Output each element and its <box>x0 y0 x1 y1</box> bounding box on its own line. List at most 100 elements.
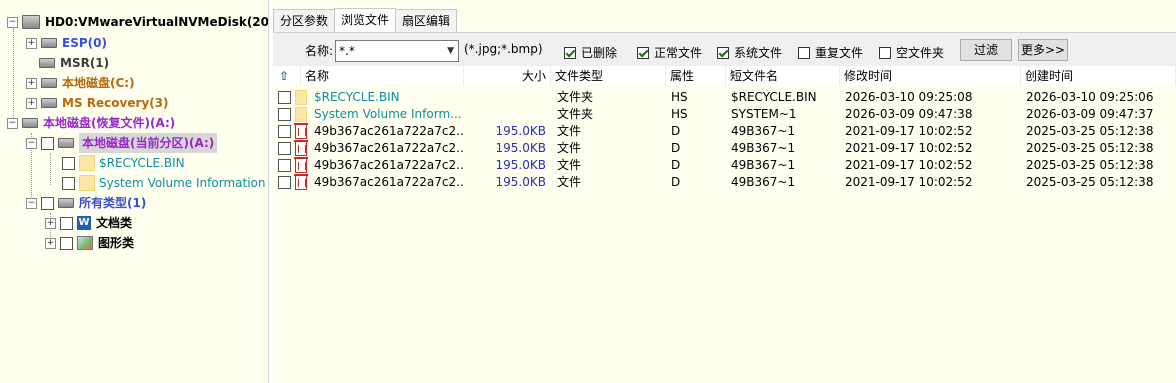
collapse-icon[interactable] <box>26 197 37 209</box>
expand-icon[interactable] <box>45 217 56 229</box>
column-header-created[interactable]: 创建时间 <box>1021 66 1176 86</box>
collapse-icon[interactable] <box>26 137 37 149</box>
expand-icon[interactable] <box>26 77 37 89</box>
tree-checkbox[interactable] <box>62 176 75 190</box>
partition-icon <box>41 38 57 48</box>
tree-checkbox[interactable] <box>60 216 73 230</box>
table-row[interactable]: System Volume Inform... 文件夹 HS SYSTEM~1 … <box>273 106 1176 123</box>
tab-browse-files[interactable]: 浏览文件 <box>334 8 397 32</box>
filter-button[interactable]: 过滤 <box>960 39 1012 61</box>
cell-size: 195.0KB <box>495 175 546 189</box>
hard-disk-icon <box>22 15 40 29</box>
expand-icon[interactable] <box>26 37 37 49</box>
table-row[interactable]: 49b367ac261a722a7c2... 195.0KB 文件 D 49B3… <box>273 174 1176 191</box>
tree-checkbox[interactable] <box>41 196 54 210</box>
cell-created: 2026-03-10 09:25:06 <box>1026 90 1154 104</box>
collapse-icon[interactable] <box>7 117 18 129</box>
cell-size: 195.0KB <box>495 141 546 155</box>
cell-modified: 2021-09-17 10:02:52 <box>845 141 973 155</box>
tree-label: 文档类 <box>96 216 133 230</box>
checkbox-box[interactable] <box>879 46 891 59</box>
row-checkbox[interactable] <box>278 108 291 121</box>
column-header-attr[interactable]: 属性 <box>666 66 726 86</box>
checkbox-system-files[interactable]: 系统文件 <box>717 44 782 61</box>
tree-item-msr[interactable]: MSR(1) <box>39 53 109 73</box>
checkbox-deleted[interactable]: 已删除 <box>564 44 617 61</box>
cell-modified: 2026-03-10 09:25:08 <box>845 90 973 104</box>
row-checkbox[interactable] <box>278 142 291 155</box>
deleted-file-icon <box>294 157 308 173</box>
tree-label: MSR(1) <box>60 56 110 70</box>
cell-type: 文件 <box>557 141 582 155</box>
folder-icon <box>79 175 95 191</box>
partition-icon <box>39 58 55 68</box>
chevron-down-icon[interactable]: ▼ <box>447 41 454 61</box>
expand-icon[interactable] <box>45 237 56 249</box>
tree-item-system-volume[interactable]: System Volume Information <box>62 173 265 193</box>
checkbox-normal-files[interactable]: 正常文件 <box>637 44 702 61</box>
tree-item-current-partition[interactable]: 本地磁盘(当前分区)(A:) <box>26 133 218 153</box>
tree-disk-root[interactable]: HD0:VMwareVirtualNVMeDisk(200G <box>7 12 269 32</box>
checkbox-label: 正常文件 <box>654 46 703 60</box>
file-list[interactable]: ⇧ 名称 大小 文件类型 属性 短文件名 修改时间 创建时间 $RECYCLE.… <box>273 66 1176 383</box>
tree-checkbox[interactable] <box>41 136 54 150</box>
cell-short-name: $RECYCLE.BIN <box>731 90 817 104</box>
partition-icon <box>41 98 57 108</box>
tree-item-documents[interactable]: W 文档类 <box>45 213 132 233</box>
row-checkbox[interactable] <box>278 159 291 172</box>
checkbox-label: 空文件夹 <box>896 46 945 60</box>
tree-checkbox[interactable] <box>60 236 73 250</box>
tree-checkbox[interactable] <box>62 156 75 170</box>
tree-item-recycle-bin[interactable]: $RECYCLE.BIN <box>62 153 185 173</box>
deleted-file-icon <box>294 140 308 156</box>
tree-label: 本地磁盘(C:) <box>62 76 135 90</box>
row-checkbox[interactable] <box>278 176 291 189</box>
image-icon <box>77 236 93 250</box>
checkbox-box[interactable] <box>564 46 576 59</box>
cell-type: 文件 <box>557 175 582 189</box>
filename-filter-combo[interactable]: *.* ▼ <box>335 40 459 62</box>
table-row[interactable]: $RECYCLE.BIN 文件夹 HS $RECYCLE.BIN 2026-03… <box>273 89 1176 106</box>
cell-created: 2026-03-09 09:47:37 <box>1026 107 1154 121</box>
collapse-icon[interactable] <box>7 16 18 28</box>
cell-type: 文件 <box>557 124 582 138</box>
directory-tree[interactable]: HD0:VMwareVirtualNVMeDisk(200G ESP(0) MS… <box>0 0 269 383</box>
tree-item-all-types[interactable]: 所有类型(1) <box>26 193 146 213</box>
cell-attr: D <box>671 158 681 172</box>
checkbox-box[interactable] <box>798 46 810 59</box>
row-checkbox[interactable] <box>278 91 291 104</box>
partition-icon <box>58 198 74 208</box>
tree-item-c-drive[interactable]: 本地磁盘(C:) <box>26 73 135 93</box>
cell-name: $RECYCLE.BIN <box>314 90 400 104</box>
name-label: 名称: <box>305 44 334 58</box>
word-document-icon: W <box>77 216 91 230</box>
right-panel: 分区参数 浏览文件 扇区编辑 名称: *.* ▼ (*.jpg;*.bmp) 已… <box>273 0 1176 383</box>
tree-item-images[interactable]: 图形类 <box>45 233 134 253</box>
expand-icon[interactable] <box>26 97 37 109</box>
checkbox-empty-folders[interactable]: 空文件夹 <box>879 44 944 61</box>
column-header-type[interactable]: 文件类型 <box>551 66 666 86</box>
table-row[interactable]: 49b367ac261a722a7c2... 195.0KB 文件 D 49B3… <box>273 157 1176 174</box>
tree-label: HD0:VMwareVirtualNVMeDisk(200G <box>45 15 269 29</box>
cell-attr: D <box>671 175 681 189</box>
partition-icon <box>22 118 38 128</box>
tree-item-recovered-files[interactable]: 本地磁盘(恢复文件)(A:) <box>7 113 175 133</box>
up-arrow-icon[interactable]: ⇧ <box>273 66 301 86</box>
tree-item-esp[interactable]: ESP(0) <box>26 33 107 53</box>
tab-sector-editor[interactable]: 扇区编辑 <box>395 9 458 32</box>
tab-partition-params[interactable]: 分区参数 <box>273 9 336 32</box>
table-row[interactable]: 49b367ac261a722a7c2... 195.0KB 文件 D 49B3… <box>273 140 1176 157</box>
cell-name: 49b367ac261a722a7c2... <box>314 141 464 155</box>
column-header-size[interactable]: 大小 <box>464 66 551 86</box>
column-header-short-name[interactable]: 短文件名 <box>726 66 840 86</box>
deleted-file-icon <box>294 123 308 139</box>
more-button[interactable]: 更多>> <box>1018 39 1068 61</box>
column-header-modified[interactable]: 修改时间 <box>840 66 1021 86</box>
table-row[interactable]: 49b367ac261a722a7c2... 195.0KB 文件 D 49B3… <box>273 123 1176 140</box>
column-header-name[interactable]: 名称 <box>301 66 464 86</box>
row-checkbox[interactable] <box>278 125 291 138</box>
checkbox-box[interactable] <box>717 46 729 59</box>
tree-item-ms-recovery[interactable]: MS Recovery(3) <box>26 93 169 113</box>
checkbox-duplicate-files[interactable]: 重复文件 <box>798 44 863 61</box>
checkbox-box[interactable] <box>637 46 649 59</box>
